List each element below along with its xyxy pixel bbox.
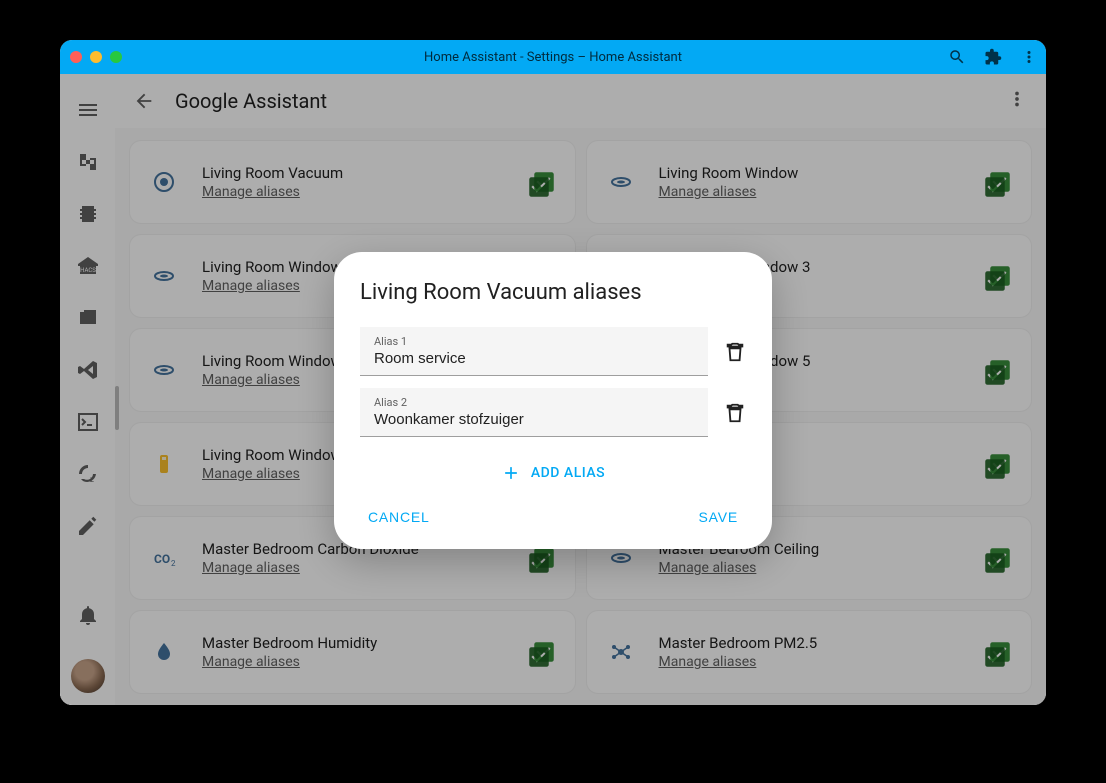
add-alias-button[interactable]: ADD ALIAS: [360, 449, 746, 491]
alias-input[interactable]: [374, 409, 694, 430]
add-alias-label: ADD ALIAS: [531, 465, 605, 481]
zoom-window-button[interactable]: [110, 51, 122, 63]
cancel-button[interactable]: CANCEL: [368, 509, 430, 525]
alias-list: Alias 1 Alias 2: [360, 327, 746, 437]
traffic-lights: [70, 51, 122, 63]
title-bar: Home Assistant - Settings – Home Assista…: [60, 40, 1046, 74]
close-window-button[interactable]: [70, 51, 82, 63]
titlebar-actions: [948, 48, 1038, 66]
alias-field[interactable]: Alias 2: [360, 388, 708, 437]
plus-icon: [501, 463, 521, 483]
window-title: Home Assistant - Settings – Home Assista…: [60, 50, 1046, 65]
save-button[interactable]: SAVE: [698, 509, 738, 525]
dialog-title: Living Room Vacuum aliases: [360, 280, 746, 305]
delete-icon[interactable]: [724, 341, 746, 363]
delete-icon[interactable]: [724, 402, 746, 424]
search-icon[interactable]: [948, 48, 966, 66]
alias-label: Alias 2: [374, 396, 694, 409]
dialog-actions: CANCEL SAVE: [360, 491, 746, 529]
alias-row: Alias 2: [360, 388, 746, 437]
alias-field[interactable]: Alias 1: [360, 327, 708, 376]
app-window: Home Assistant - Settings – Home Assista…: [60, 40, 1046, 705]
minimize-window-button[interactable]: [90, 51, 102, 63]
alias-row: Alias 1: [360, 327, 746, 376]
aliases-dialog: Living Room Vacuum aliases Alias 1Alias …: [334, 252, 772, 549]
alias-label: Alias 1: [374, 335, 694, 348]
more-vert-icon[interactable]: [1020, 48, 1038, 66]
extension-icon[interactable]: [984, 48, 1002, 66]
alias-input[interactable]: [374, 348, 694, 369]
